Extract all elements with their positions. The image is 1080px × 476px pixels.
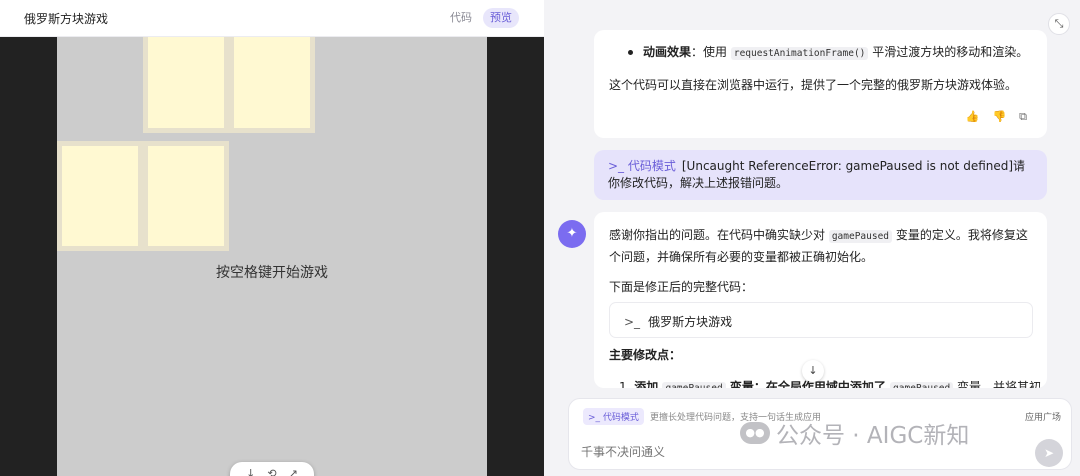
changes-heading: 主要修改点： xyxy=(609,348,682,362)
game-board[interactable]: 按空格键开始游戏 xyxy=(57,37,487,476)
thumbs-up-icon[interactable]: 👍 xyxy=(966,110,980,124)
user-message: >_ 代码模式 [Uncaught ReferenceError: gamePau… xyxy=(594,150,1047,200)
code-mode-toggle[interactable]: >_ 代码模式 xyxy=(583,408,644,425)
send-icon[interactable]: ➤ xyxy=(1035,439,1063,467)
terminal-icon: >_ xyxy=(624,315,641,329)
chat-panel: ⤡ 动画效果：使用 requestAnimationFrame() 平滑过渡方块… xyxy=(544,0,1080,476)
preview-panel: 俄罗斯方块游戏 代码 预览 按空格键开始游戏 ↓ ⟲ ↗ xyxy=(0,0,544,476)
bullet-animation: 动画效果：使用 requestAnimationFrame() 平滑过渡方块的移… xyxy=(628,43,1028,60)
thumbs-down-icon[interactable]: 👎 xyxy=(992,110,1006,124)
app-root: 俄罗斯方块游戏 代码 预览 按空格键开始游戏 ↓ ⟲ ↗ ⤡ 动画效果：使用 r… xyxy=(0,0,1080,476)
collapse-icon[interactable]: ⤡ xyxy=(1048,13,1070,35)
preview-toolbar: ↓ ⟲ ↗ xyxy=(230,462,314,476)
tetromino-block xyxy=(143,37,229,133)
assistant-avatar-icon: ✦ xyxy=(558,220,586,248)
answer-paragraph: 感谢你指出的问题。在代码中确实缺少对 gamePaused 变量的定义。我将修复… xyxy=(609,225,1037,267)
inline-code: gamePaused xyxy=(890,382,954,388)
open-external-icon[interactable]: ↗ xyxy=(289,467,298,476)
answer-paragraph: 下面是修正后的完整代码： xyxy=(609,280,754,294)
copy-icon[interactable]: ⧉ xyxy=(1019,110,1027,124)
tetromino-block xyxy=(229,37,315,133)
preview-title: 俄罗斯方块游戏 xyxy=(24,12,109,26)
answer-actions: 👍 👎 ⧉ xyxy=(966,110,1027,124)
inline-code: gamePaused xyxy=(662,382,726,388)
game-start-message: 按空格键开始游戏 xyxy=(216,265,328,281)
previous-answer-card: 动画效果：使用 requestAnimationFrame() 平滑过渡方块的移… xyxy=(594,30,1047,138)
watermark: ●● 公众号 · AIGC新知 xyxy=(740,416,969,450)
tetromino-block xyxy=(57,141,143,251)
wechat-icon: ●● xyxy=(740,422,770,444)
answer-text: 感谢你指出的问题。在代码中确实缺少对 xyxy=(609,228,829,242)
bullet-dot xyxy=(628,50,633,55)
code-file-card[interactable]: >_ 俄罗斯方块游戏 xyxy=(609,302,1033,338)
assistant-answer-card: 感谢你指出的问题。在代码中确实缺少对 gamePaused 变量的定义。我将修复… xyxy=(594,212,1047,388)
answer-summary: 这个代码可以直接在浏览器中运行，提供了一个完整的俄罗斯方块游戏体验。 xyxy=(609,78,1018,92)
app-market-link[interactable]: 应用广场 xyxy=(1025,410,1061,423)
refresh-icon[interactable]: ⟲ xyxy=(267,467,276,476)
bullet-post: 平滑过渡方块的移动和渲染。 xyxy=(868,45,1029,59)
inline-code: gamePaused xyxy=(828,230,893,243)
list-text: 变量，并将其初 xyxy=(953,380,1042,388)
list-bold: 添加 xyxy=(634,380,663,388)
list-text: 变量：在全局作用域中添加了 xyxy=(725,380,891,388)
list-number: 1. xyxy=(619,380,631,388)
preview-header: 俄罗斯方块游戏 代码 预览 xyxy=(0,0,544,37)
tab-preview[interactable]: 预览 xyxy=(483,8,519,28)
list-item: 1. 添加 gamePaused 变量：在全局作用域中添加了 gamePause… xyxy=(619,378,1041,388)
inline-code: requestAnimationFrame() xyxy=(730,47,869,60)
tab-code[interactable]: 代码 xyxy=(443,8,479,28)
game-stage: 按空格键开始游戏 xyxy=(0,37,544,476)
download-icon[interactable]: ↓ xyxy=(246,467,255,476)
bullet-label: 动画效果 xyxy=(643,45,692,59)
watermark-text: 公众号 · AIGC新知 xyxy=(776,423,970,449)
scroll-down-icon[interactable]: ↓ xyxy=(802,360,824,382)
code-mode-tag: >_ 代码模式 xyxy=(608,159,676,173)
code-file-name: 俄罗斯方块游戏 xyxy=(648,315,733,329)
tetromino-block xyxy=(143,141,229,251)
view-tabs: 代码 预览 xyxy=(443,8,519,28)
bullet-pre: ：使用 xyxy=(691,45,731,59)
